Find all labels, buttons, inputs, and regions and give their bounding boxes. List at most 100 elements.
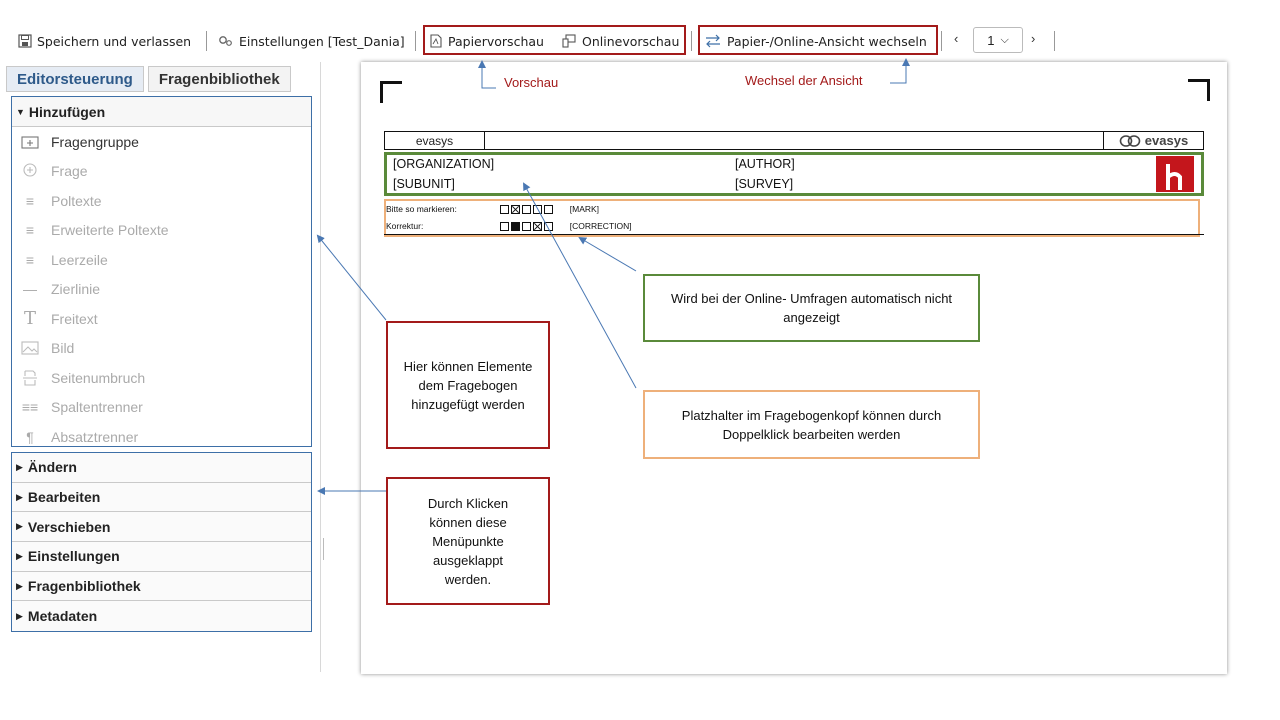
sidebar-tabs: Editorsteuerung Fragenbibliothek (6, 66, 291, 92)
author-placeholder[interactable]: [AUTHOR] (735, 157, 795, 171)
add-panel-title: Hinzufügen (28, 103, 106, 120)
switch-view-highlight-box (698, 25, 938, 55)
header-brand-row: evasys evasys (384, 131, 1204, 150)
tool-question[interactable]: Frage (12, 157, 311, 187)
tool-label: Seitenumbruch (51, 369, 146, 386)
preview-highlight-box (423, 25, 686, 55)
checkbox-example (511, 205, 521, 215)
tool-label: Fragengruppe (51, 133, 139, 150)
editor-sidebar: Editorsteuerung Fragenbibliothek ▼ Hinzu… (0, 62, 321, 672)
empty-line-icon: ≡ (25, 251, 35, 268)
correction-label: Korrektur: (386, 221, 424, 231)
header-placeholder-box[interactable]: [ORGANIZATION] [AUTHOR] [SUBUNIT] [SURVE… (384, 152, 1204, 196)
collapsed-sections: ▶ Ändern ▶ Bearbeiten ▶ Verschieben ▶ Ei… (11, 452, 312, 633)
section-question-library[interactable]: ▶ Fragenbibliothek (12, 571, 311, 602)
switch-annotation-label: Wechsel der Ansicht (745, 73, 863, 88)
add-panel-header[interactable]: ▼ Hinzufügen (12, 97, 311, 127)
decorative-line-icon: — (23, 281, 37, 298)
crop-mark-top-left (380, 81, 402, 103)
toolbar-divider (415, 31, 416, 51)
previous-page-chevron-icon[interactable]: ‹ (954, 31, 958, 46)
preview-annotation-label: Vorschau (504, 75, 559, 90)
add-group-icon (20, 134, 40, 150)
tool-empty-line[interactable]: ≡ Leerzeile (12, 245, 311, 275)
chevron-down-icon: ⌵ (1000, 33, 1009, 46)
h-logo-icon (1166, 164, 1182, 190)
section-label: Metadaten (27, 608, 98, 625)
add-question-icon (20, 163, 40, 179)
header-divider-line (384, 234, 1204, 235)
checkbox-example (522, 222, 532, 232)
crop-mark-top-right (1188, 79, 1210, 101)
toolbar-divider (691, 31, 692, 51)
tool-column-separator[interactable]: ≡≡ Spaltentrenner (12, 393, 311, 423)
tool-image[interactable]: Bild (12, 334, 311, 364)
tool-label: Spaltentrenner (51, 399, 143, 416)
section-change[interactable]: ▶ Ändern (12, 453, 311, 483)
caret-right-icon: ▶ (16, 550, 23, 561)
tool-label: Erweiterte Poltexte (51, 222, 169, 239)
tool-label: Freitext (51, 310, 98, 327)
section-settings[interactable]: ▶ Einstellungen (12, 542, 311, 572)
section-label: Ändern (27, 459, 77, 476)
survey-placeholder[interactable]: [SURVEY] (735, 177, 793, 191)
checkbox-example (500, 205, 510, 215)
caret-right-icon: ▶ (16, 461, 23, 472)
gears-icon (219, 36, 232, 46)
splitter-handle[interactable] (323, 538, 324, 560)
brand-right-text: evasys (1144, 133, 1189, 148)
add-elements-note: Hier können Elemente dem Fragebogen hinz… (386, 321, 550, 449)
evasys-logo-icon (1119, 134, 1141, 147)
toolbar-divider (941, 31, 942, 51)
add-panel: ▼ Hinzufügen Fragengruppe Frage ≡ Poltex… (11, 96, 312, 447)
toolbar-divider (1054, 31, 1055, 51)
tool-freetext[interactable]: T Freitext (12, 304, 311, 334)
page-number: 1 (987, 32, 995, 48)
caret-right-icon: ▶ (16, 580, 23, 591)
page-break-icon (20, 370, 40, 386)
settings-button[interactable]: Einstellungen [Test_Dania] (216, 32, 405, 50)
paragraph-separator-icon: ¶ (26, 428, 34, 445)
tool-question-group[interactable]: Fragengruppe (12, 127, 311, 157)
checkbox-example (500, 222, 510, 232)
section-label: Fragenbibliothek (27, 578, 141, 595)
tool-label: Zierlinie (51, 281, 101, 298)
save-and-exit-label: Speichern und verlassen (37, 33, 192, 49)
checkbox-example (533, 205, 543, 215)
brand-right: evasys (1103, 132, 1203, 149)
image-icon (20, 340, 40, 356)
tool-label: Poltexte (51, 192, 102, 209)
section-metadata[interactable]: ▶ Metadaten (12, 601, 311, 632)
tool-poltexte[interactable]: ≡ Poltexte (12, 186, 311, 216)
subunit-placeholder[interactable]: [SUBUNIT] (393, 177, 455, 191)
poltexte-icon: ≡ (25, 192, 35, 209)
tool-paragraph-separator[interactable]: ¶ Absatztrenner (12, 422, 311, 452)
next-page-chevron-icon[interactable]: › (1031, 31, 1035, 46)
tool-page-break[interactable]: Seitenumbruch (12, 363, 311, 393)
tool-label: Absatztrenner (51, 428, 139, 445)
checkbox-example (533, 222, 543, 232)
section-label: Verschieben (27, 518, 111, 535)
settings-label: Einstellungen [Test_Dania] (239, 33, 405, 49)
marking-instructions-box[interactable]: Bitte so markieren: [MARK] Korrektur: [C… (384, 199, 1200, 237)
section-edit[interactable]: ▶ Bearbeiten (12, 482, 311, 513)
tab-question-library[interactable]: Fragenbibliothek (147, 66, 291, 92)
tab-editor-control[interactable]: Editorsteuerung (6, 66, 144, 92)
tool-label: Frage (51, 163, 88, 180)
page-select[interactable]: 1 ⌵ (973, 27, 1023, 53)
caret-down-icon: ▼ (16, 106, 25, 117)
mark-row: Bitte so markieren: [MARK] (386, 204, 599, 215)
brand-spacer (485, 132, 1103, 149)
tool-decorative-line[interactable]: — Zierlinie (12, 275, 311, 305)
caret-right-icon: ▶ (16, 491, 23, 502)
mark-label: Bitte so markieren: (386, 204, 457, 214)
correction-row: Korrektur: [CORRECTION] (386, 221, 632, 232)
section-move[interactable]: ▶ Verschieben (12, 512, 311, 543)
tool-label: Leerzeile (51, 251, 108, 268)
tool-extended-poltexte[interactable]: ≡ Erweiterte Poltexte (12, 216, 311, 246)
save-and-exit-button[interactable]: Speichern und verlassen (18, 32, 191, 50)
toolbar-divider (206, 31, 207, 51)
organization-placeholder[interactable]: [ORGANIZATION] (393, 157, 494, 171)
checkbox-example (544, 222, 554, 232)
correction-placeholder: [CORRECTION] (569, 221, 632, 231)
